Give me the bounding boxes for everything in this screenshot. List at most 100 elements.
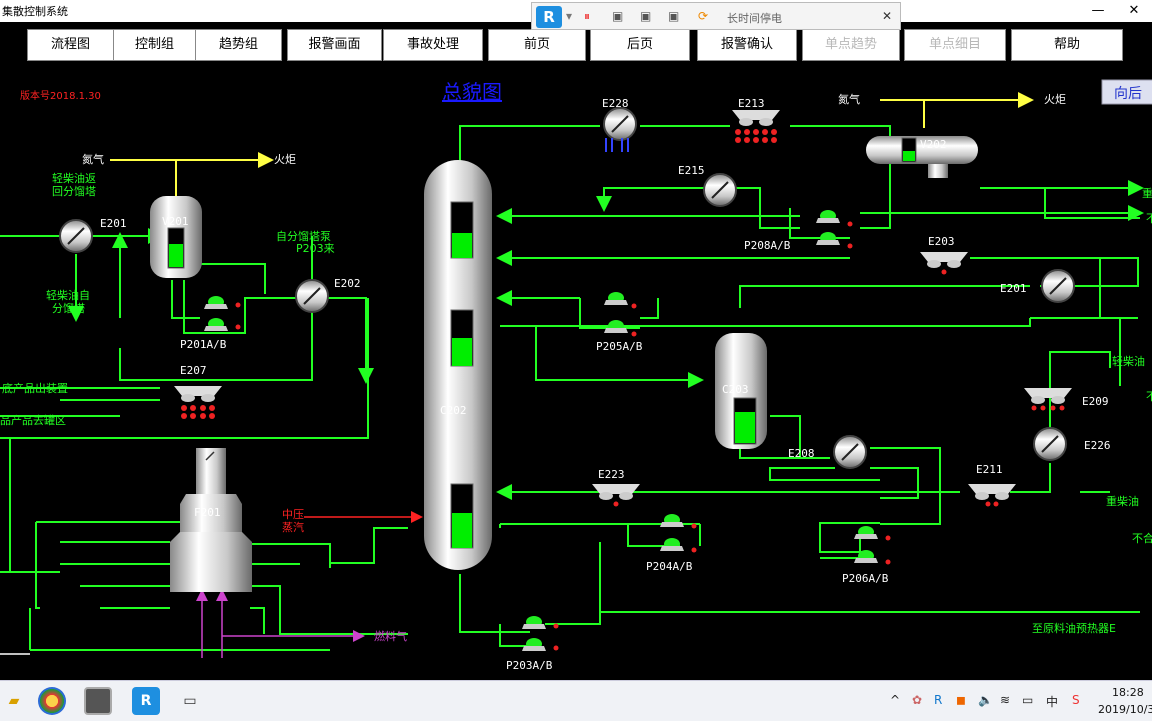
- nav-single-trend-button[interactable]: 单点趋势: [802, 29, 900, 61]
- tag-c203: C203: [722, 383, 749, 396]
- label-fuel-gas: 燃料气: [374, 629, 407, 643]
- tag-v202: V202: [920, 138, 947, 151]
- pump-p201a: [204, 296, 241, 309]
- column-c202[interactable]: [424, 160, 492, 570]
- nav-flowchart-button[interactable]: 流程图: [27, 29, 114, 61]
- nav-control-group-button[interactable]: 控制组: [113, 29, 196, 61]
- forward-button-label: 向后: [1114, 86, 1142, 102]
- pump-p208a: [816, 210, 853, 227]
- air-cooler-e207: [174, 386, 222, 419]
- nav-next-page-button[interactable]: 后页: [590, 29, 690, 61]
- tray-im-icon[interactable]: ◼: [956, 693, 966, 707]
- pump-p204a: [660, 514, 697, 529]
- air-cooler-e223: [592, 484, 640, 507]
- label-light-diesel-right: 轻柴油: [1112, 354, 1145, 368]
- pump-p204b: [660, 538, 697, 553]
- pump-p203b: [522, 638, 559, 651]
- clock-date[interactable]: 2019/10/3: [1098, 703, 1152, 716]
- tag-e208: E208: [788, 447, 815, 460]
- label-light-diesel-return-2: 回分馏塔: [52, 184, 96, 198]
- nav-accident-handling-button[interactable]: 事故处理: [383, 29, 483, 61]
- label-right-zhong: 重: [1142, 186, 1152, 200]
- tag-e228: E228: [602, 97, 629, 110]
- nav-alarm-confirm-button[interactable]: 报警确认: [697, 29, 797, 61]
- pump-p205a: [604, 292, 637, 309]
- clock-time[interactable]: 18:28: [1112, 686, 1144, 699]
- tag-e201-left: E201: [100, 217, 127, 230]
- recorder-close-icon[interactable]: ✕: [882, 9, 892, 23]
- nav-prev-page-button[interactable]: 前页: [488, 29, 586, 61]
- recorder-message: 长时间停电: [727, 12, 782, 25]
- tag-p206: P206A/B: [842, 572, 889, 585]
- tag-e207: E207: [180, 364, 207, 377]
- tag-p203: P203A/B: [506, 659, 553, 672]
- pump-p208b: [816, 232, 853, 249]
- volume-icon[interactable]: 🔈: [978, 693, 993, 707]
- ime-label[interactable]: 中: [1046, 693, 1058, 710]
- nav-help-button[interactable]: 帮助: [1011, 29, 1123, 61]
- label-to-feed-preheater: 至原料油预热器E: [1032, 621, 1116, 635]
- tag-e223: E223: [598, 468, 625, 481]
- tag-e203: E203: [928, 235, 955, 248]
- tag-p205: P205A/B: [596, 340, 643, 353]
- label-flare-right: 火炬: [1044, 93, 1066, 106]
- nav-alarm-screen-button[interactable]: 报警画面: [287, 29, 382, 61]
- label-right-bu: 不: [1146, 212, 1152, 225]
- pump-p201b: [204, 318, 241, 331]
- label-flare-left: 火炬: [274, 153, 296, 166]
- tray-app-icon[interactable]: ✿: [912, 693, 922, 707]
- taskbar: ▰ R ▭ ^ ✿ R ◼ 🔈 ≋ ▭ 中 S 18:28 2019/10/3: [0, 680, 1152, 721]
- app-icon[interactable]: [84, 687, 112, 715]
- exchanger-marks: [67, 115, 1067, 461]
- furnace-f201[interactable]: [170, 448, 252, 592]
- pumps[interactable]: [204, 210, 891, 651]
- nav-trend-group-button[interactable]: 趋势组: [195, 29, 282, 61]
- pause-icon[interactable]: ⏸: [584, 9, 590, 24]
- air-cooler-e211: [968, 484, 1016, 507]
- version-label: 版本号2018.1.30: [20, 89, 101, 102]
- air-cooler-e209: [1024, 388, 1072, 411]
- label-light-diesel-from-2: 分馏塔: [52, 301, 85, 315]
- antivirus-icon[interactable]: S: [1072, 693, 1080, 707]
- tag-e215: E215: [678, 164, 705, 177]
- camera-icon[interactable]: ▣: [640, 9, 651, 23]
- tag-v201: V201: [162, 215, 189, 228]
- nav-single-detail-button[interactable]: 单点细目: [904, 29, 1006, 61]
- close-button[interactable]: ✕: [1116, 1, 1152, 21]
- screenshot-icon[interactable]: ▣: [612, 9, 623, 23]
- label-light-diesel-from-1: 轻柴油自: [46, 288, 90, 302]
- recorder-icon[interactable]: R: [132, 687, 160, 715]
- tray-chevron-icon[interactable]: ^: [890, 693, 900, 707]
- fuel-gas-lines: [196, 589, 365, 658]
- label-fractionator-pump-1: 自分馏塔泵: [276, 229, 331, 243]
- label-mp-steam-2: 蒸汽: [282, 520, 304, 534]
- label-right-bu3: 不合: [1132, 531, 1152, 545]
- refresh-icon[interactable]: ⟳: [698, 9, 708, 23]
- minimize-button[interactable]: —: [1080, 1, 1116, 21]
- tag-p208: P208A/B: [744, 239, 791, 252]
- label-n2-left: 氮气: [82, 152, 104, 166]
- label-bottom-out: 底产品出装置: [2, 381, 68, 395]
- label-n2-right: 氮气: [838, 92, 860, 106]
- tag-e213: E213: [738, 97, 765, 110]
- network-icon[interactable]: ≋: [1000, 693, 1010, 707]
- label-mp-steam-1: 中压: [282, 508, 304, 521]
- vessel-v201[interactable]: [150, 196, 202, 278]
- tag-f201: F201: [194, 506, 221, 519]
- window-capture-icon[interactable]: ▣: [668, 9, 679, 23]
- label-right-bu2: 不: [1146, 390, 1152, 403]
- tray-recorder-icon[interactable]: R: [934, 693, 942, 707]
- label-light-diesel-return-1: 轻柴油返: [52, 171, 96, 185]
- label-fractionator-pump-2: P203来: [296, 242, 335, 255]
- window-title: 集散控制系统: [2, 5, 68, 18]
- chevron-down-icon[interactable]: ▾: [566, 9, 572, 23]
- recorder-logo-icon[interactable]: R: [536, 6, 562, 28]
- tag-c202: C202: [440, 404, 467, 417]
- browser-icon[interactable]: [38, 687, 66, 715]
- more-icon[interactable]: ▭: [176, 687, 204, 715]
- folder-icon[interactable]: ▰: [0, 687, 28, 715]
- tag-p201: P201A/B: [180, 338, 227, 351]
- battery-icon[interactable]: ▭: [1022, 693, 1033, 707]
- label-to-tank: 品产品去罐区: [0, 413, 66, 427]
- air-cooler-e213: [732, 110, 780, 143]
